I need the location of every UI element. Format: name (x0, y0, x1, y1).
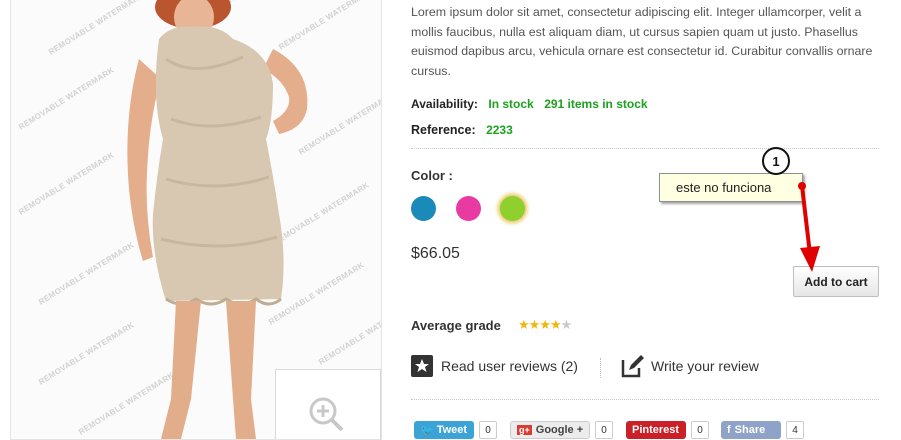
google-plus-label: Google + (535, 424, 584, 436)
google-plus-icon: g+ (517, 425, 532, 435)
pinterest-button[interactable]: Pinterest (626, 421, 686, 439)
twitter-icon: 🐦 (420, 424, 434, 437)
write-review-link[interactable]: Write your review (621, 354, 759, 378)
availability-label: Availability: (411, 97, 478, 111)
star-filled-icon: ★ (539, 317, 551, 332)
separator (600, 358, 601, 378)
average-grade-label: Average grade (411, 318, 501, 333)
google-plus-button[interactable]: g+ Google + (510, 421, 590, 439)
pinterest-count: 0 (691, 421, 709, 439)
product-price: $66.05 (411, 245, 460, 262)
facebook-share-label: Share (734, 424, 766, 436)
write-review-label: Write your review (651, 358, 759, 374)
tweet-button[interactable]: 🐦 Tweet (414, 421, 474, 439)
google-plus-count: 0 (595, 421, 613, 439)
facebook-icon: f (727, 424, 731, 436)
tweet-count: 0 (479, 421, 497, 439)
color-swatch-blue[interactable] (411, 196, 436, 221)
divider (411, 148, 879, 149)
star-box-icon (411, 355, 433, 377)
stock-count: 291 items in stock (544, 97, 648, 111)
star-empty-icon: ★ (560, 317, 573, 332)
tweet-label: Tweet (436, 424, 468, 436)
product-image[interactable]: REMOVABLE WATERMARK REMOVABLE WATERMARK RE… (10, 0, 382, 440)
color-swatch-green[interactable] (500, 196, 525, 221)
thumbnail-box[interactable] (275, 369, 381, 439)
reference-row: Reference: 2233 (411, 121, 513, 139)
read-reviews-label: Read user reviews (2) (441, 358, 578, 374)
rating-stars: ★★★★★ (518, 317, 573, 333)
facebook-share-button[interactable]: f Share (721, 421, 781, 439)
availability-row: Availability: In stock 291 items in stoc… (411, 95, 648, 113)
star-filled-icon: ★ (549, 317, 562, 332)
annotation-step-number: 1 (762, 147, 790, 175)
reference-label: Reference: (411, 123, 476, 137)
star-filled-icon: ★ (518, 317, 530, 332)
availability-value: In stock (488, 97, 534, 111)
pinterest-label: Pinterest (632, 424, 680, 436)
color-label: Color : (411, 168, 453, 183)
annotation-arrow (798, 182, 820, 272)
reference-value: 2233 (486, 123, 513, 137)
zoom-icon[interactable] (308, 396, 344, 432)
read-reviews-link[interactable]: Read user reviews (2) (411, 355, 578, 377)
divider-2 (411, 399, 879, 400)
facebook-share-count: 4 (786, 421, 804, 439)
star-filled-icon: ★ (528, 317, 541, 332)
product-description: Lorem ipsum dolor sit amet, consectetur … (411, 5, 873, 78)
edit-icon (621, 355, 644, 378)
color-swatch-pink[interactable] (456, 196, 481, 221)
